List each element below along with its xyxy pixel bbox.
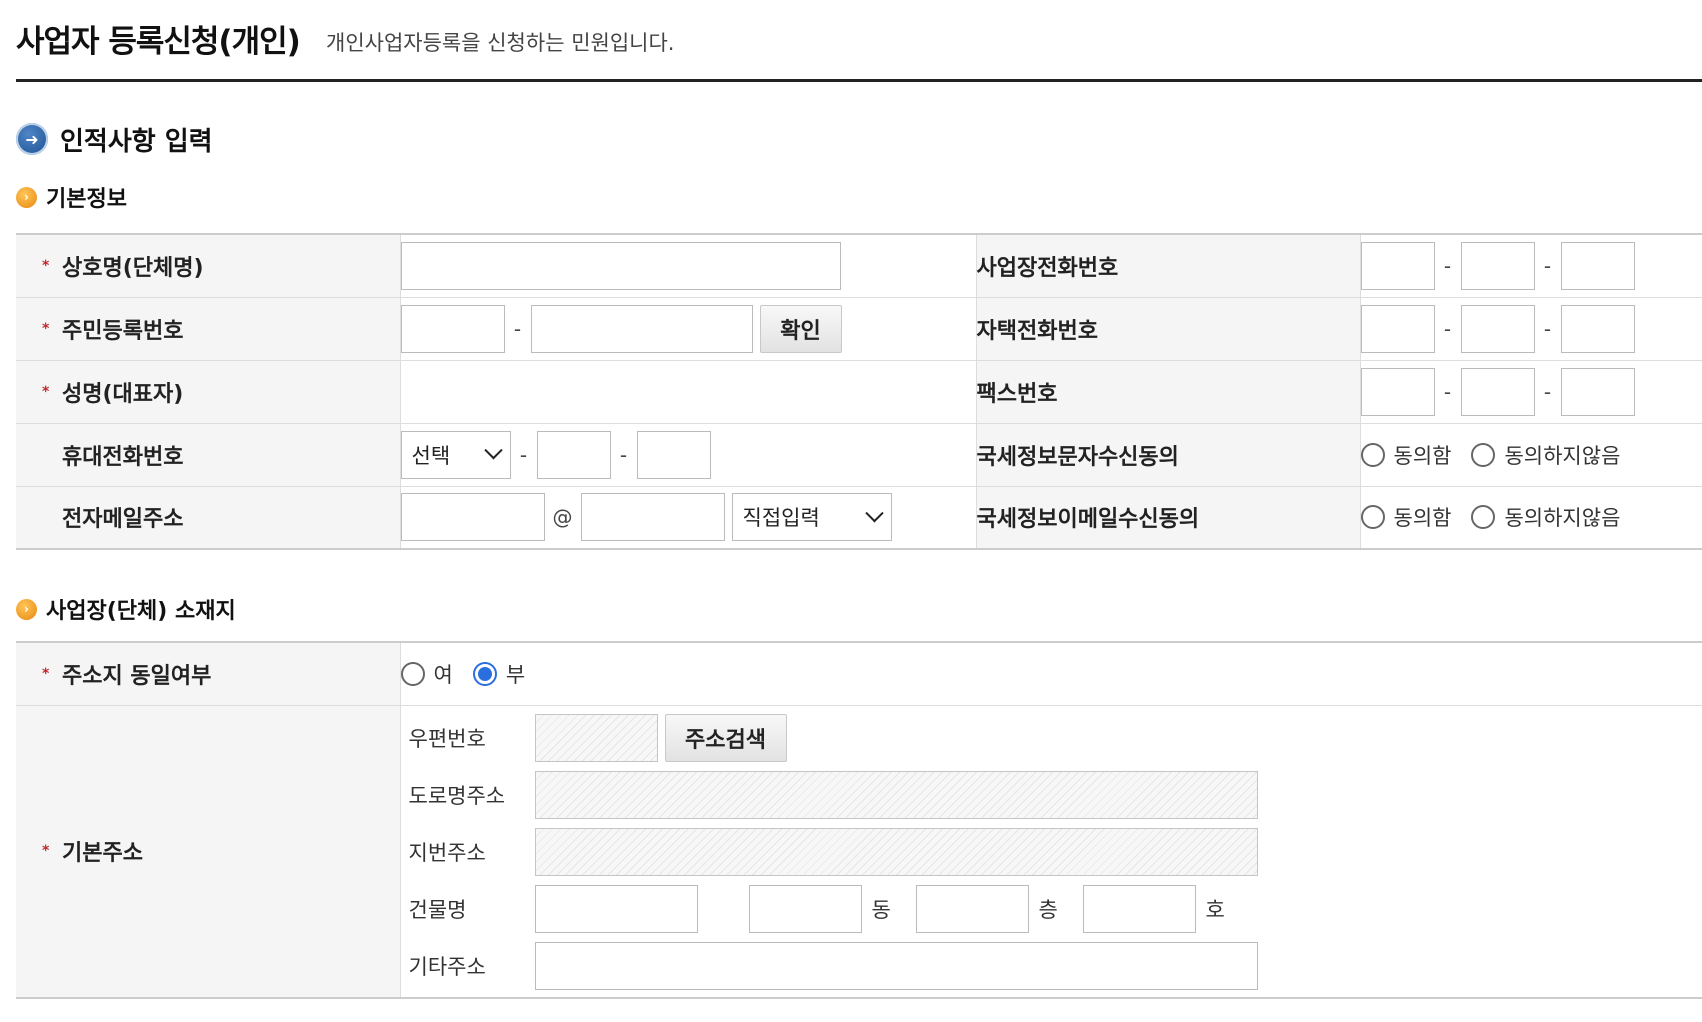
mobile-last-input[interactable] [636, 430, 711, 479]
email-at: @ [552, 505, 573, 530]
fax-3[interactable] [1560, 367, 1635, 416]
company-name-label: 상호명(단체명) [62, 255, 204, 281]
home-phone-2[interactable] [1460, 304, 1535, 353]
basic-info-table: * 상호명(단체명) 사업장전화번호 - - * 주민등록번호 - 확인 자택전화번… [16, 233, 1702, 550]
lot-address-label: 지번주소 [408, 841, 486, 866]
same-address-yes-radio[interactable] [400, 661, 425, 686]
chevron-down-icon [864, 503, 884, 523]
location-table: * 주소지 동일여부 여 부 * 기본주소 우편번호 주소검색 도로명주소 지번주소 [16, 641, 1702, 999]
required-mark: * [42, 843, 50, 860]
zip-label: 우편번호 [408, 727, 486, 752]
resident-number-back-input[interactable] [530, 304, 753, 353]
floor-input[interactable] [915, 885, 1029, 934]
table-row: * 주소지 동일여부 여 부 [16, 641, 1702, 705]
business-phone-3[interactable] [1560, 241, 1635, 290]
email-agree-radio[interactable] [1360, 505, 1385, 530]
required-mark: * [42, 665, 50, 682]
home-phone-3[interactable] [1560, 304, 1635, 353]
fax-label: 팩스번호 [975, 359, 1360, 423]
sms-disagree-radio[interactable] [1471, 442, 1496, 467]
same-address-label: 주소지 동일여부 [62, 663, 212, 689]
chevron-right-circle-icon: › [16, 598, 37, 620]
page: 사업자 등록신청(개인) 개인사업자등록을 신청하는 민원입니다. ➜ 인적사항… [0, 0, 1702, 1022]
section-title: 인적사항 입력 [60, 126, 213, 157]
road-address-input[interactable] [534, 771, 1258, 820]
building-label: 건물명 [408, 898, 467, 923]
email-label: 전자메일주소 [62, 507, 184, 533]
required-mark: * [42, 320, 50, 337]
title-bar: 사업자 등록신청(개인) 개인사업자등록을 신청하는 민원입니다. [16, 0, 1702, 82]
road-address-label: 도로명주소 [408, 784, 506, 809]
other-address-input[interactable] [534, 942, 1258, 991]
name-label: 성명(대표자) [62, 381, 184, 407]
business-phone-label: 사업장전화번호 [975, 233, 1360, 297]
location-title: 사업장(단체) 소재지 [46, 599, 236, 624]
same-address-no-radio[interactable] [472, 661, 497, 686]
lot-address-input[interactable] [534, 828, 1258, 877]
sms-agree-radio[interactable] [1360, 442, 1385, 467]
ho-unit: 호 [1205, 898, 1225, 923]
name-value [399, 359, 976, 423]
arrow-right-circle-icon: ➜ [16, 123, 48, 155]
table-row: 휴대전화번호 선택 - - 국세정보문자수신동의 동의함 동의하지않음 [16, 422, 1702, 486]
table-row: * 주민등록번호 - 확인 자택전화번호 - - [16, 296, 1702, 360]
other-address-label: 기타주소 [408, 955, 486, 980]
business-phone-1[interactable] [1360, 241, 1435, 290]
table-row: * 성명(대표자) 팩스번호 - - [16, 359, 1702, 423]
mobile-label: 휴대전화번호 [62, 444, 184, 470]
section-header: ➜ 인적사항 입력 [16, 122, 213, 157]
page-title: 사업자 등록신청(개인) [16, 24, 301, 60]
building-name-input[interactable] [534, 885, 698, 934]
chevron-right-circle-icon: › [16, 186, 37, 208]
location-header: › 사업장(단체) 소재지 [16, 595, 236, 624]
mobile-middle-input[interactable] [536, 430, 611, 479]
page-description: 개인사업자등록을 신청하는 민원입니다. [326, 31, 675, 55]
floor-unit: 층 [1038, 898, 1058, 923]
business-phone-2[interactable] [1460, 241, 1535, 290]
home-phone-1[interactable] [1360, 304, 1435, 353]
table-row: * 기본주소 우편번호 주소검색 도로명주소 지번주소 건물명 동 층 호 기타… [16, 704, 1702, 998]
basic-info-title: 기본정보 [46, 187, 127, 212]
table-row: 전자메일주소 @ 직접입력 국세정보이메일수신동의 동의함 동의하지않음 [16, 485, 1702, 549]
resident-number-label: 주민등록번호 [62, 318, 184, 344]
resident-number-front-input[interactable] [400, 304, 505, 353]
basic-address-label: 기본주소 [62, 841, 143, 867]
ho-input[interactable] [1082, 885, 1196, 934]
email-domain-select[interactable]: 직접입력 [731, 493, 892, 542]
required-mark: * [42, 383, 50, 400]
email-domain-input[interactable] [580, 493, 725, 542]
sms-consent-label: 국세정보문자수신동의 [975, 422, 1360, 486]
chevron-down-icon [483, 441, 503, 460]
mobile-prefix-select[interactable]: 선택 [400, 430, 511, 479]
basic-info-header: › 기본정보 [16, 183, 127, 212]
email-id-input[interactable] [400, 493, 545, 542]
confirm-button[interactable]: 확인 [759, 304, 842, 353]
email-disagree-radio[interactable] [1471, 505, 1496, 530]
zip-input[interactable] [534, 714, 658, 763]
required-mark: * [42, 257, 50, 274]
dong-input[interactable] [748, 885, 862, 934]
home-phone-label: 자택전화번호 [975, 296, 1360, 360]
address-search-button[interactable]: 주소검색 [664, 714, 787, 763]
company-name-input[interactable] [400, 241, 841, 290]
email-consent-label: 국세정보이메일수신동의 [975, 485, 1360, 549]
fax-2[interactable] [1460, 367, 1535, 416]
fax-1[interactable] [1360, 367, 1435, 416]
dong-unit: 동 [871, 898, 891, 923]
table-row: * 상호명(단체명) 사업장전화번호 - - [16, 233, 1702, 297]
